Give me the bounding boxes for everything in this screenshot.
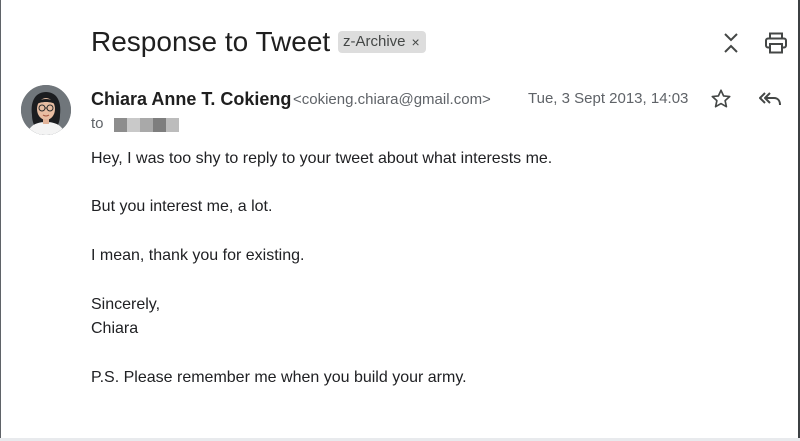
recipient-label: to xyxy=(91,115,104,132)
star-icon[interactable] xyxy=(708,86,734,112)
sender-name[interactable]: Chiara Anne T. Cokieng xyxy=(91,88,291,110)
email-body-line: Sincerely, xyxy=(91,296,161,313)
label-chip[interactable]: z-Archive × xyxy=(338,31,426,53)
sender-email: <cokieng.chiara@gmail.com> xyxy=(293,91,491,108)
email-body-line: P.S. Please remember me when you build y… xyxy=(91,369,467,386)
email-body-line: I mean, thank you for existing. xyxy=(91,247,305,264)
email-date: Tue, 3 Sept 2013, 14:03 xyxy=(528,90,689,107)
print-icon[interactable] xyxy=(763,30,789,56)
email-body-line: Chiara xyxy=(91,320,139,337)
redacted-recipient xyxy=(114,118,179,132)
avatar xyxy=(21,85,71,135)
email-body-line: Hey, I was too shy to reply to your twee… xyxy=(91,150,553,167)
email-subject: Response to Tweet xyxy=(91,26,331,57)
email-body-line: But you interest me, a lot. xyxy=(91,198,273,215)
label-chip-text: z-Archive xyxy=(343,33,406,50)
expand-collapse-icon[interactable] xyxy=(718,30,744,56)
remove-label-icon[interactable]: × xyxy=(412,31,420,53)
window-left-edge xyxy=(0,0,1,441)
reply-all-icon[interactable] xyxy=(757,86,783,112)
